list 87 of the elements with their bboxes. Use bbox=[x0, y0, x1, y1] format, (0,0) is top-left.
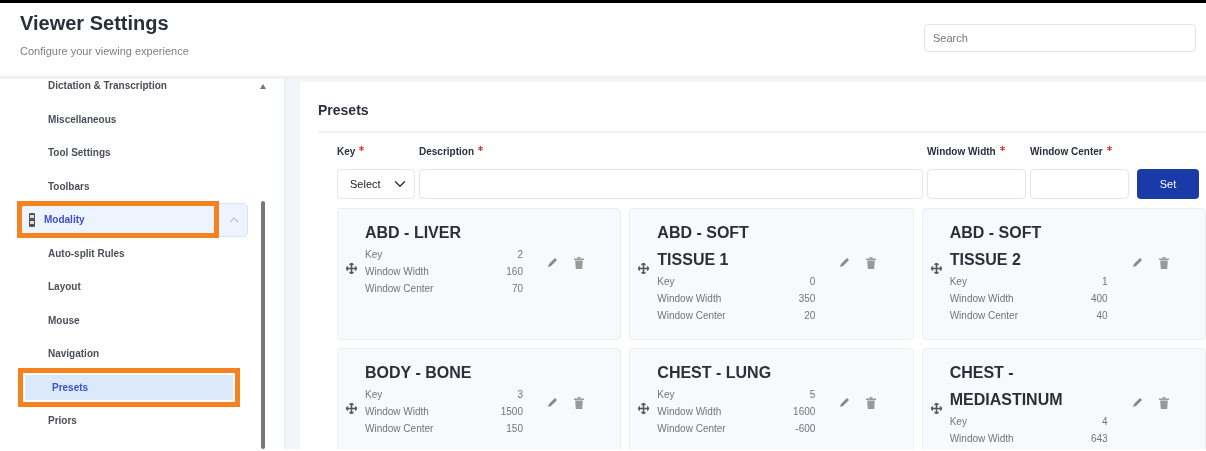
preset-title: CHEST - LUNG bbox=[657, 362, 773, 383]
field-value: -600 bbox=[795, 421, 816, 436]
field-value: 5 bbox=[809, 387, 816, 402]
field-label: Key bbox=[365, 247, 383, 262]
pencil-icon[interactable] bbox=[839, 257, 851, 269]
text-field[interactable] bbox=[927, 168, 1026, 199]
sidebar-item[interactable]: Presets bbox=[25, 374, 233, 400]
sidebar-item[interactable]: Tool Settings bbox=[48, 145, 111, 161]
field-value: 20 bbox=[804, 308, 816, 323]
sidebar-item[interactable]: Dictation & Transcription bbox=[48, 78, 167, 94]
trash-icon[interactable] bbox=[866, 256, 877, 269]
search-field[interactable]: Search bbox=[924, 24, 1196, 52]
field-label: Window Width bbox=[657, 291, 722, 306]
field-label: Description bbox=[419, 144, 474, 159]
field-label: Window Width bbox=[365, 264, 429, 279]
device-icon bbox=[28, 212, 36, 227]
field-label: Key bbox=[949, 414, 967, 429]
text-field[interactable] bbox=[419, 168, 923, 199]
field-label: Window Width bbox=[949, 291, 1014, 306]
key-select[interactable]: Select bbox=[337, 168, 415, 199]
preset-title: ABD - LIVER bbox=[365, 222, 462, 243]
sidebar-item[interactable]: Layout bbox=[48, 279, 81, 295]
move-icon[interactable] bbox=[346, 403, 357, 415]
field-label: Window Center bbox=[657, 421, 726, 436]
pencil-icon[interactable] bbox=[839, 397, 851, 409]
field-value: 70 bbox=[511, 281, 523, 296]
field-value: 400 bbox=[1090, 291, 1108, 306]
field-value: 2 bbox=[517, 247, 523, 262]
sidebar-item[interactable]: Miscellaneous bbox=[48, 111, 117, 127]
field-label: Window Center bbox=[657, 308, 726, 323]
field-label: Window Width bbox=[949, 431, 1014, 446]
field-value: 350 bbox=[798, 291, 816, 306]
field-label: Key bbox=[657, 274, 675, 289]
field-label: Window Center bbox=[949, 308, 1018, 323]
set-button[interactable]: Set bbox=[1137, 168, 1199, 199]
trash-icon[interactable] bbox=[1158, 256, 1169, 269]
field-label: Window Center bbox=[365, 281, 434, 296]
scrollbar-thumb[interactable] bbox=[260, 201, 265, 449]
pencil-icon[interactable] bbox=[1131, 257, 1143, 269]
field-value: 1500 bbox=[500, 404, 523, 419]
field-label: Key bbox=[657, 387, 675, 402]
field-label: Window Center bbox=[1030, 144, 1103, 159]
group-label: Modality bbox=[44, 213, 85, 228]
pencil-icon[interactable] bbox=[547, 257, 558, 269]
field-value: 1 bbox=[1102, 274, 1108, 289]
field-value: 40 bbox=[1096, 308, 1108, 323]
sidebar-item[interactable]: Priors bbox=[48, 413, 77, 429]
sidebar-item[interactable]: Auto-split Rules bbox=[48, 245, 125, 261]
page-subtitle: Configure your viewing experience bbox=[20, 44, 189, 59]
field-label: Window Center bbox=[365, 421, 434, 436]
pencil-icon[interactable] bbox=[1131, 397, 1143, 409]
field-value: 4 bbox=[1102, 414, 1108, 429]
sidebar-item[interactable]: Navigation bbox=[48, 346, 100, 362]
move-icon[interactable] bbox=[638, 263, 650, 275]
move-icon[interactable] bbox=[638, 403, 650, 415]
preset-title: BODY - BONE bbox=[365, 362, 473, 383]
trash-icon[interactable] bbox=[574, 396, 584, 409]
field-label: Window Width bbox=[365, 404, 429, 419]
move-icon[interactable] bbox=[930, 403, 942, 415]
trash-icon[interactable] bbox=[1158, 396, 1169, 409]
pencil-icon[interactable] bbox=[547, 397, 558, 409]
field-value: 643 bbox=[1090, 431, 1108, 446]
move-icon[interactable] bbox=[930, 263, 942, 275]
field-label: Window Width bbox=[657, 404, 722, 419]
scroll-up-icon[interactable] bbox=[260, 84, 266, 89]
page-title: Viewer Settings bbox=[20, 11, 170, 35]
field-label: Key bbox=[365, 387, 383, 402]
field-label: Key bbox=[337, 144, 356, 159]
field-value: 0 bbox=[809, 274, 816, 289]
field-label: Key bbox=[949, 274, 967, 289]
preset-title: ABD - SOFT TISSUE 2 bbox=[949, 222, 1043, 270]
section-title: Presets bbox=[318, 102, 370, 119]
preset-title: ABD - SOFT TISSUE 1 bbox=[657, 222, 750, 270]
sidebar-item[interactable]: Toolbars bbox=[48, 178, 90, 194]
field-value: 3 bbox=[517, 387, 523, 402]
trash-icon[interactable] bbox=[866, 396, 877, 409]
field-value: 150 bbox=[506, 421, 523, 436]
preset-title: CHEST - MEDIASTINUM bbox=[949, 362, 1064, 410]
field-label: Window Width bbox=[927, 144, 996, 159]
sidebar-group[interactable]: Modality bbox=[20, 203, 248, 237]
trash-icon[interactable] bbox=[574, 256, 584, 269]
field-value: 1600 bbox=[793, 404, 816, 419]
chevron-icon bbox=[229, 215, 239, 224]
field-value: 160 bbox=[506, 264, 523, 279]
move-icon[interactable] bbox=[346, 263, 357, 275]
text-field[interactable] bbox=[1030, 168, 1129, 199]
sidebar-item[interactable]: Mouse bbox=[48, 312, 80, 328]
